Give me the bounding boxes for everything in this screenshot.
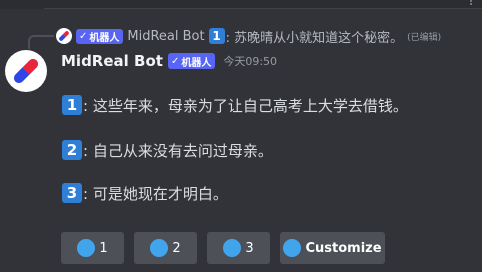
divider — [44, 8, 482, 9]
blue-circle-icon — [223, 239, 242, 257]
number-badge: 3 — [62, 183, 82, 203]
avatar[interactable] — [5, 50, 47, 92]
edited-label: (已编辑) — [407, 32, 442, 43]
timestamp[interactable]: 今天09:50 — [223, 53, 277, 69]
reply-connector — [28, 35, 54, 49]
number-badge: 1 — [62, 95, 82, 115]
message-line-text: : 这些年来，母亲为了让自己高考上大学去借钱。 — [83, 96, 408, 115]
message-line: 2 : 自己从来没有去问过母亲。 — [62, 139, 273, 161]
message-line: 1 : 这些年来，母亲为了让自己高考上大学去借钱。 — [62, 94, 408, 116]
reply-avatar[interactable] — [56, 28, 72, 44]
reply-number-badge: 1 — [208, 28, 225, 44]
check-icon: ✓ — [170, 55, 180, 67]
blue-circle-icon — [150, 239, 169, 257]
customize-button[interactable]: Customize — [280, 232, 385, 264]
reply-text[interactable]: : 苏晚晴从小就知道这个秘密。 — [226, 27, 404, 46]
message-line: 3 : 可是她现在才明白。 — [62, 182, 228, 204]
reply-author[interactable]: MidReal Bot — [127, 29, 204, 44]
message-line-text: : 自己从来没有去问过母亲。 — [83, 141, 273, 160]
author-name[interactable]: MidReal Bot — [61, 52, 163, 70]
reply-bot-tag: ✓ 机器人 — [76, 28, 124, 44]
option-1-button[interactable]: 1 — [61, 232, 124, 264]
number-badge: 2 — [62, 140, 82, 160]
check-icon: ✓ — [79, 30, 88, 42]
button-label: Customize — [305, 240, 382, 256]
button-label: 3 — [245, 240, 254, 256]
reply-preview[interactable]: ✓ 机器人 MidReal Bot 1 : 苏晚晴从小就知道这个秘密。 (已编辑) — [56, 26, 441, 46]
bot-tag-label: 机器人 — [181, 57, 212, 69]
blue-circle-icon — [283, 239, 302, 257]
button-label: 1 — [99, 240, 108, 256]
button-label: 2 — [172, 240, 181, 256]
reply-bot-tag-label: 机器人 — [89, 32, 120, 44]
previous-message-edge — [0, 0, 482, 9]
bot-tag: ✓ 机器人 — [167, 53, 216, 69]
pill-icon — [58, 30, 70, 42]
message-line-text: : 可是她现在才明白。 — [83, 184, 228, 203]
more-options-icon[interactable] — [470, 0, 476, 5]
option-3-button[interactable]: 3 — [207, 232, 270, 264]
option-2-button[interactable]: 2 — [134, 232, 197, 264]
message-header: MidReal Bot ✓ 机器人 今天09:50 — [61, 50, 277, 72]
pill-icon — [11, 56, 41, 86]
action-buttons: 1 2 3 Customize — [61, 232, 395, 264]
blue-circle-icon — [77, 239, 96, 257]
